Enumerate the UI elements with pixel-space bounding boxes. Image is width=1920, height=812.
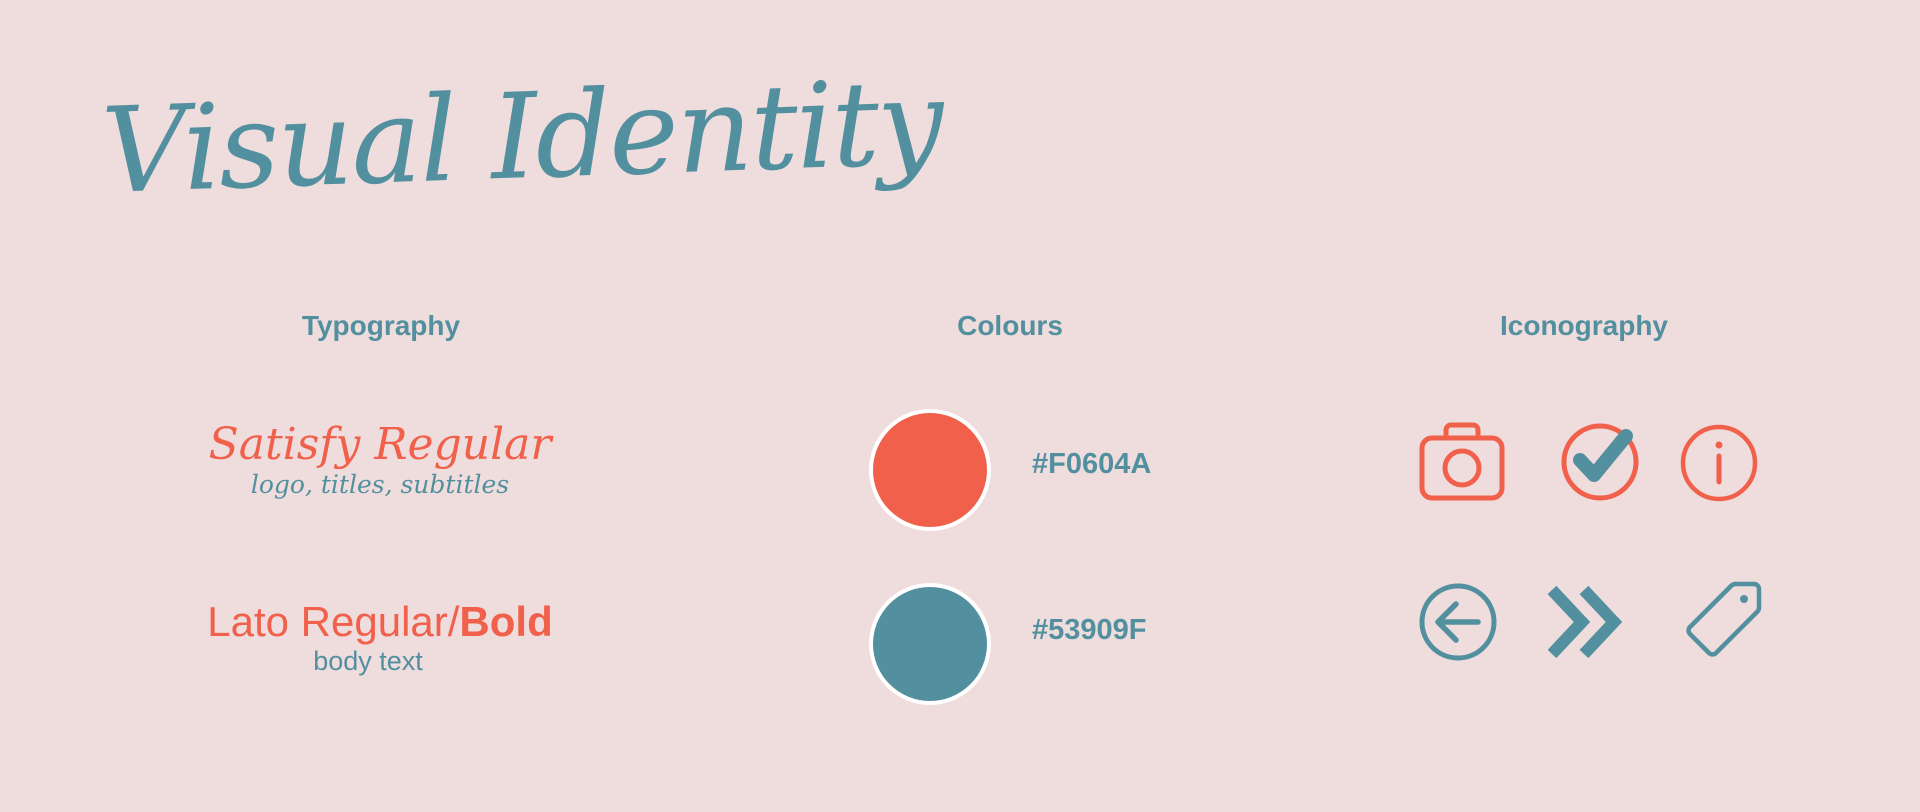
typography-heading: Typography	[301, 310, 461, 341]
colour-hex-coral: #F0604A	[1032, 448, 1152, 480]
colour-swatch-teal	[869, 583, 991, 705]
tag-icon	[1680, 580, 1764, 664]
font-name-satisfy: Satisfy Regular	[208, 419, 552, 470]
font-usage-satisfy: logo, titles, subtitles	[250, 470, 510, 500]
font-name-lato-bold: Bold	[459, 598, 553, 645]
colour-hex-teal: #53909F	[1032, 614, 1147, 646]
font-name-lato: Lato Regular/Bold	[190, 598, 570, 645]
font-sample-lato: Lato Regular/Bold body text	[190, 598, 570, 677]
camera-icon	[1418, 420, 1506, 502]
info-icon	[1678, 422, 1760, 504]
arrow-left-circle-icon	[1416, 580, 1500, 664]
chevrons-right-icon	[1548, 580, 1628, 664]
colours-heading: Colours	[957, 310, 1063, 341]
font-usage-lato: body text	[313, 646, 423, 677]
iconography-heading: Iconography	[1499, 310, 1668, 341]
font-sample-satisfy: Satisfy Regular logo, titles, subtitles	[200, 419, 560, 500]
font-name-lato-regular: Lato Regular/	[207, 598, 460, 645]
check-circle-icon	[1558, 418, 1644, 504]
page-title: Visual Identity	[99, 52, 945, 220]
colour-swatch-coral	[869, 409, 991, 531]
